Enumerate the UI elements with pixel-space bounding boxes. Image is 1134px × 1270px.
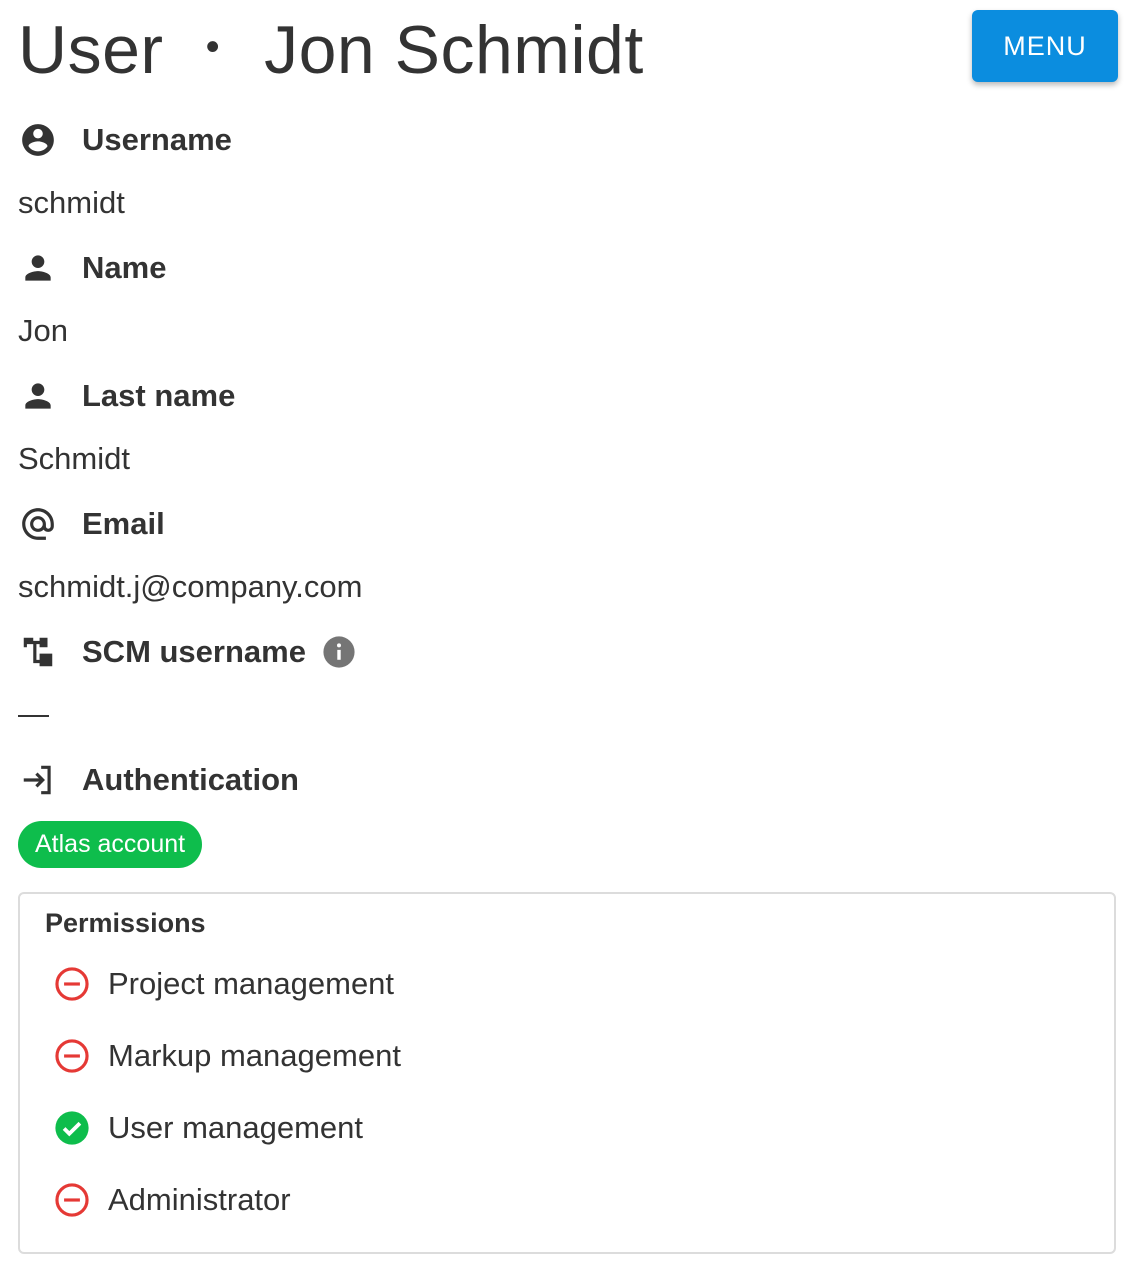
permission-item: Administrator xyxy=(52,1178,291,1222)
scm-username-label: SCM username xyxy=(82,634,306,669)
email-value: schmidt.j@company.com xyxy=(18,569,363,604)
page-title: User • Jon Schmidt xyxy=(18,10,644,95)
name-value: Jon xyxy=(18,313,68,348)
auth-method-chip: Atlas account xyxy=(18,821,203,868)
at-sign-icon xyxy=(18,504,58,544)
login-icon xyxy=(18,760,58,800)
permission-label: Project management xyxy=(108,966,395,1001)
account-circle-icon xyxy=(18,120,58,160)
denied-icon xyxy=(52,1180,92,1220)
info-icon[interactable] xyxy=(322,635,356,669)
permission-label: Administrator xyxy=(108,1182,291,1217)
denied-icon xyxy=(52,1036,92,1076)
denied-icon xyxy=(52,964,92,1004)
title-prefix: User xyxy=(18,12,164,88)
permissions-panel: Permissions Project management Markup ma… xyxy=(18,892,1116,1254)
title-name: Jon Schmidt xyxy=(264,12,644,88)
username-label-row: Username xyxy=(18,118,232,162)
permission-item: Project management xyxy=(52,962,394,1006)
permission-item: User management xyxy=(52,1106,363,1150)
scm-username-value: — xyxy=(18,696,49,731)
permission-item: Markup management xyxy=(52,1034,401,1078)
permission-label: Markup management xyxy=(108,1038,401,1073)
name-label-row: Name xyxy=(18,246,166,290)
email-label-row: Email xyxy=(18,502,165,546)
title-separator: • xyxy=(205,25,221,70)
user-detail-page: User • Jon Schmidt MENU Username schmidt N… xyxy=(0,0,1134,1270)
authentication-label: Authentication xyxy=(82,762,299,797)
username-value: schmidt xyxy=(18,185,125,220)
last-name-label: Last name xyxy=(82,378,236,413)
authentication-label-row: Authentication xyxy=(18,758,299,802)
scm-tree-icon xyxy=(18,632,58,672)
last-name-label-row: Last name xyxy=(18,374,235,418)
person-icon xyxy=(18,248,58,288)
permission-label: User management xyxy=(108,1110,364,1145)
permissions-title: Permissions xyxy=(45,908,206,938)
last-name-value: Schmidt xyxy=(18,441,130,476)
person-icon xyxy=(18,376,58,416)
email-label: Email xyxy=(82,506,165,541)
username-label: Username xyxy=(82,122,232,157)
check-circle-icon xyxy=(52,1108,92,1148)
menu-button[interactable]: MENU xyxy=(972,10,1118,82)
name-label: Name xyxy=(82,250,167,285)
scm-username-label-row: SCM username xyxy=(18,630,356,674)
